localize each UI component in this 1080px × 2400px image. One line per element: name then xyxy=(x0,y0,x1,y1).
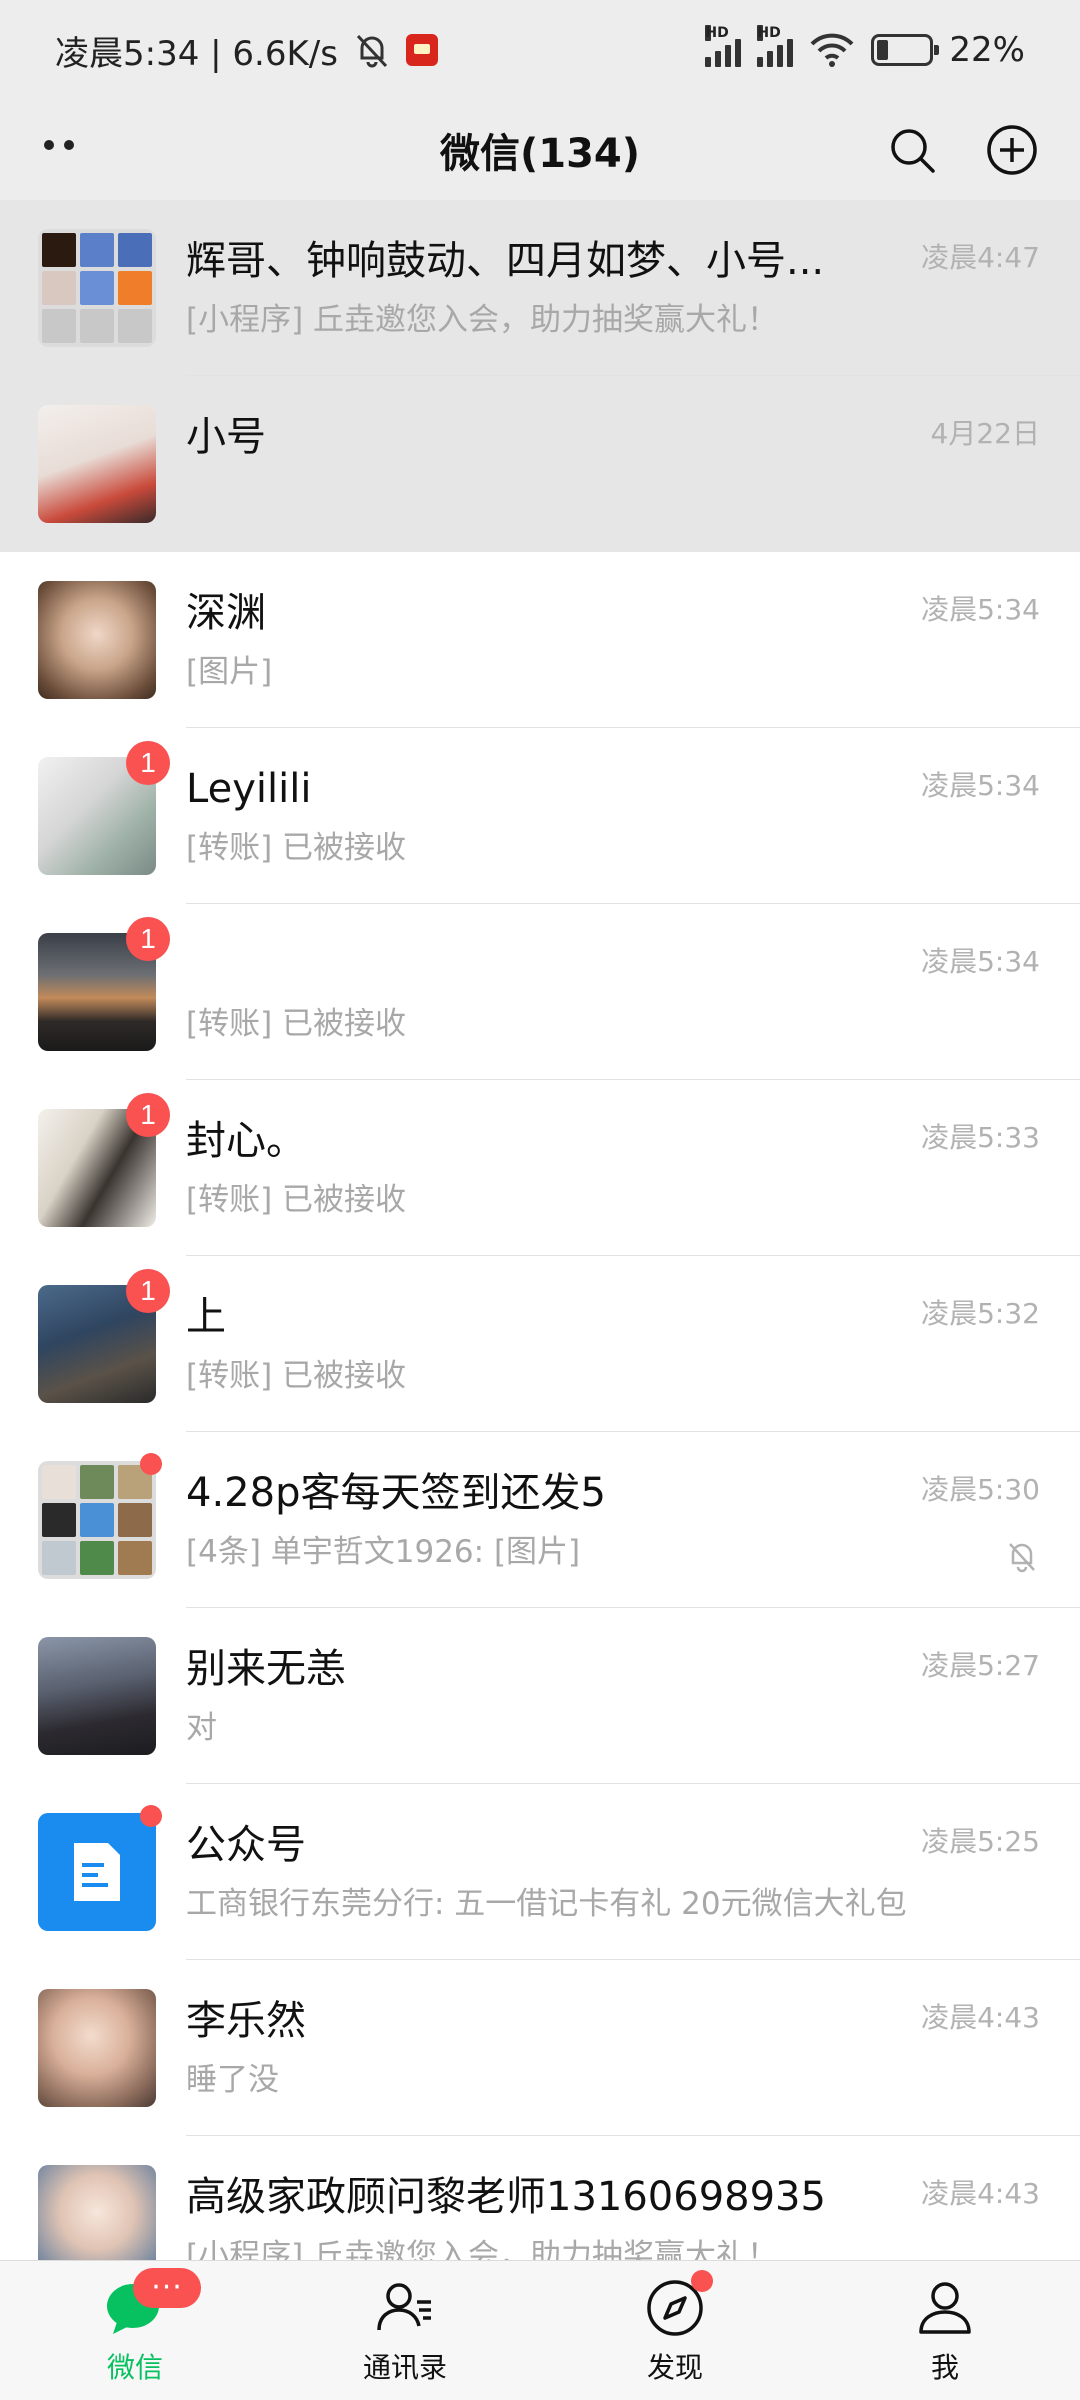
chat-item[interactable]: 小号 4月22日 xyxy=(0,376,1080,552)
chat-list[interactable]: 辉哥、钟响鼓动、四月如梦、小号... [小程序] 丘垚邀您入会，助力抽奖赢大礼！… xyxy=(0,200,1080,2260)
chat-time: 凌晨4:43 xyxy=(921,2177,1040,2210)
tab-discover[interactable]: 发现 xyxy=(540,2261,810,2400)
chat-name: 封心。 xyxy=(186,1118,306,1164)
chat-time: 凌晨5:33 xyxy=(921,1121,1040,1154)
muted-bell-icon xyxy=(1009,1543,1035,1573)
signal-icon: HD xyxy=(705,25,742,67)
chat-preview: [转账] 已被接收 xyxy=(186,1006,407,1042)
tab-chats-label: 微信 xyxy=(106,2350,163,2384)
app-notification-icon xyxy=(405,34,438,66)
chat-time: 凌晨4:43 xyxy=(921,2001,1040,2034)
unread-dot xyxy=(140,1453,162,1475)
tab-contacts-label: 通讯录 xyxy=(362,2350,447,2384)
chat-name: 李乐然 xyxy=(186,1998,306,2044)
chat-preview: [图片] xyxy=(186,654,273,690)
search-icon xyxy=(891,129,935,173)
group-avatar xyxy=(38,1453,162,1579)
contacts-icon xyxy=(377,2282,431,2330)
add-button[interactable] xyxy=(980,118,1044,182)
chat-item[interactable]: 高级家政顾问黎老师13160698935 [小程序] 丘垚邀您入会，助力抽奖赢大… xyxy=(0,2136,1080,2260)
tab-discover-dot xyxy=(691,2269,713,2292)
chat-time: 凌晨4:47 xyxy=(921,241,1040,274)
chat-name: 辉哥、钟响鼓动、四月如梦、小号... xyxy=(186,238,825,284)
chat-preview: [小程序] 丘垚邀您入会，助力抽奖赢大礼！ xyxy=(186,2238,779,2260)
unread-badge: 1 xyxy=(126,917,170,961)
avatar xyxy=(38,581,156,699)
tab-chats-badge: ··· xyxy=(133,2267,201,2308)
chat-item[interactable]: 1 封心。 [转账] 已被接收 凌晨5:33 xyxy=(0,1080,1080,1256)
chat-item[interactable]: 1 Leyilili [转账] 已被接收 凌晨5:34 xyxy=(0,728,1080,904)
chat-item[interactable]: 4.28p客每天签到还发5 [4条] 单宇哲文1926: [图片] 凌晨5:30 xyxy=(0,1432,1080,1608)
chat-preview: [4条] 单宇哲文1926: [图片] xyxy=(186,1534,581,1570)
chat-preview: [转账] 已被接收 xyxy=(186,1358,407,1394)
chat-time: 4月22日 xyxy=(930,417,1040,450)
bottom-tab-bar: ··· 微信 通讯录 发现 我 xyxy=(0,2260,1080,2400)
unread-dot xyxy=(140,1805,162,1827)
search-button[interactable] xyxy=(880,118,944,182)
unread-badge: 1 xyxy=(126,1269,170,1313)
status-bar: 凌晨5:34 | 6.6K/s HD HD 22% xyxy=(0,0,1080,100)
chat-name: 小号 xyxy=(186,414,266,460)
tab-me[interactable]: 我 xyxy=(810,2261,1080,2400)
battery-percent: 22% xyxy=(949,30,1025,70)
official-accounts-avatar xyxy=(38,1805,162,1931)
tab-contacts[interactable]: 通讯录 xyxy=(270,2261,540,2400)
unread-badge: 1 xyxy=(126,741,170,785)
plus-circle-icon xyxy=(987,125,1037,175)
unread-badge: 1 xyxy=(126,1093,170,1137)
chat-time: 凌晨5:34 xyxy=(921,593,1040,626)
chat-preview: 对 xyxy=(186,1710,217,1746)
chat-name: 高级家政顾问黎老师13160698935 xyxy=(186,2174,826,2220)
chat-time: 凌晨5:27 xyxy=(921,1649,1040,1682)
person-icon xyxy=(919,2281,971,2334)
status-time: 凌晨5:34 | 6.6K/s xyxy=(55,33,338,74)
chat-item[interactable]: 辉哥、钟响鼓动、四月如梦、小号... [小程序] 丘垚邀您入会，助力抽奖赢大礼！… xyxy=(0,200,1080,376)
app-header: 微信(134) xyxy=(0,100,1080,200)
chat-name xyxy=(186,940,886,990)
avatar xyxy=(38,1989,156,2107)
avatar xyxy=(38,2165,156,2260)
chat-preview: [小程序] 丘垚邀您入会，助力抽奖赢大礼！ xyxy=(186,302,779,338)
battery-icon xyxy=(871,34,940,66)
group-avatar xyxy=(38,229,156,347)
chat-item[interactable]: 1 [转账] 已被接收 凌晨5:34 xyxy=(0,904,1080,1080)
avatar: 1 xyxy=(38,741,170,875)
chat-item[interactable]: 别来无恙 对 凌晨5:27 xyxy=(0,1608,1080,1784)
signal-icon: HD xyxy=(757,25,794,67)
chat-item[interactable]: 深渊 [图片] 凌晨5:34 xyxy=(0,552,1080,728)
more-options-icon[interactable] xyxy=(44,140,74,150)
chat-preview: 睡了没 xyxy=(186,2062,279,2098)
chat-name: 别来无恙 xyxy=(186,1646,346,1692)
chat-name: 公众号 xyxy=(186,1822,306,1868)
chat-time: 凌晨5:34 xyxy=(921,769,1040,802)
chat-name: 深渊 xyxy=(186,590,266,636)
avatar: 1 xyxy=(38,917,170,1051)
avatar: 1 xyxy=(38,1093,170,1227)
chat-name: 4.28p客每天签到还发5 xyxy=(186,1470,606,1516)
chat-name: Leyilili xyxy=(186,766,312,812)
chat-preview: 工商银行东莞分行: 五一借记卡有礼 20元微信大礼包 xyxy=(186,1886,907,1922)
chat-time: 凌晨5:34 xyxy=(921,945,1040,978)
chat-item[interactable]: 1 上 [转账] 已被接收 凌晨5:32 xyxy=(0,1256,1080,1432)
tab-discover-label: 发现 xyxy=(646,2350,703,2384)
chat-item[interactable]: 公众号 工商银行东莞分行: 五一借记卡有礼 20元微信大礼包 凌晨5:25 xyxy=(0,1784,1080,1960)
tab-me-label: 我 xyxy=(930,2350,959,2384)
chat-time: 凌晨5:25 xyxy=(921,1825,1040,1858)
page-title: 微信(134) xyxy=(439,131,641,177)
document-icon xyxy=(74,1843,120,1901)
avatar xyxy=(38,405,156,523)
notifications-off-icon xyxy=(356,34,388,68)
chat-item[interactable]: 李乐然 睡了没 凌晨4:43 xyxy=(0,1960,1080,2136)
chat-preview: [转账] 已被接收 xyxy=(186,830,407,866)
chat-time: 凌晨5:32 xyxy=(921,1297,1040,1330)
avatar: 1 xyxy=(38,1269,170,1403)
chat-preview xyxy=(186,476,946,516)
wifi-icon xyxy=(810,33,854,67)
avatar xyxy=(38,1637,156,1755)
chat-preview: [转账] 已被接收 xyxy=(186,1182,407,1218)
chat-name: 上 xyxy=(186,1294,226,1340)
chat-time: 凌晨5:30 xyxy=(921,1473,1040,1506)
tab-chats[interactable]: ··· 微信 xyxy=(0,2261,270,2400)
